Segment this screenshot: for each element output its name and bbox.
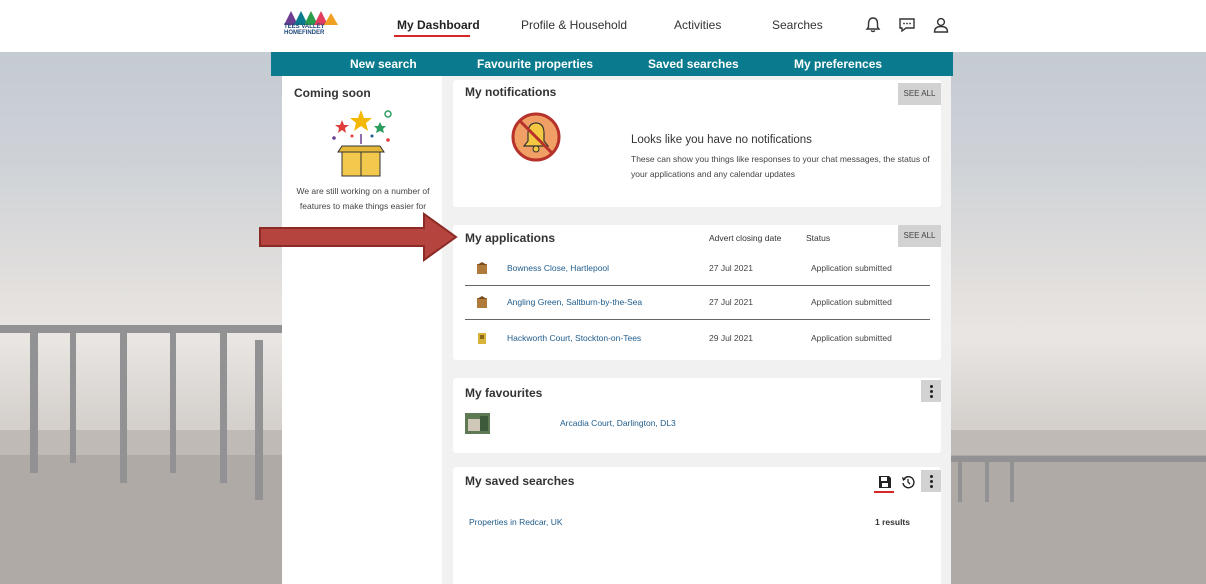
saved-searches-menu-button[interactable]	[921, 470, 941, 492]
application-address-link[interactable]: Bowness Close, Hartlepool	[507, 263, 609, 273]
saved-searches-card: My saved searches Properties in Redcar, …	[453, 467, 941, 584]
subnav-favourite-properties[interactable]: Favourite properties	[477, 57, 593, 71]
bell-icon[interactable]	[864, 16, 882, 34]
chat-icon[interactable]	[898, 16, 916, 34]
nav-searches[interactable]: Searches	[772, 18, 823, 32]
application-closing-date: 27 Jul 2021	[709, 297, 753, 307]
saved-search-results-count: 1 results	[875, 517, 910, 527]
save-icon[interactable]	[878, 475, 892, 489]
no-notifications-text: These can show you things like responses…	[631, 154, 930, 179]
favourites-card: My favourites Arcadia Court, Darlington,…	[453, 378, 941, 453]
property-thumbnail-icon	[477, 262, 487, 274]
application-address-link[interactable]: Angling Green, Saltburn-by-the-Sea	[507, 297, 642, 307]
application-status: Application submitted	[811, 333, 892, 343]
subnav-new-search[interactable]: New search	[350, 57, 417, 71]
annotation-arrow-icon	[259, 212, 458, 262]
property-photo-thumbnail[interactable]	[465, 413, 490, 434]
nav-profile-household[interactable]: Profile & Household	[521, 18, 627, 32]
notifications-see-all-button[interactable]: SEE ALL	[898, 83, 941, 105]
nav-activities[interactable]: Activities	[674, 18, 721, 32]
no-notifications-heading: Looks like you have no notifications	[631, 134, 812, 146]
applications-card: My applications Advert closing date Stat…	[453, 225, 941, 360]
nav-my-dashboard[interactable]: My Dashboard	[397, 18, 480, 32]
saved-search-link[interactable]: Properties in Redcar, UK	[469, 517, 563, 527]
logo-text: TEES VALLEY HOMEFINDER	[284, 24, 325, 36]
tees-valley-homefinder-logo[interactable]: TEES VALLEY HOMEFINDER	[284, 9, 340, 39]
notifications-title: My notifications	[465, 85, 557, 99]
column-status: Status	[806, 233, 831, 243]
application-address-link[interactable]: Hackworth Court, Stockton-on-Tees	[507, 333, 641, 343]
application-closing-date: 27 Jul 2021	[709, 263, 753, 273]
active-tab-indicator	[394, 35, 470, 37]
application-status: Application submitted	[811, 263, 892, 273]
favourites-title: My favourites	[465, 386, 543, 400]
coming-soon-text: We are still working on a number of feat…	[296, 186, 430, 211]
sub-navigation-bar: New search Favourite properties Saved se…	[271, 52, 953, 76]
no-notifications-bell-icon	[511, 112, 561, 162]
favourite-property-link[interactable]: Arcadia Court, Darlington, DL3	[560, 418, 676, 428]
history-icon[interactable]	[901, 475, 915, 489]
application-row[interactable]: Angling Green, Saltburn-by-the-Sea 27 Ju…	[465, 288, 930, 320]
column-advert-closing-date: Advert closing date	[709, 233, 782, 243]
surprise-box-icon	[332, 110, 392, 177]
applications-title: My applications	[465, 231, 556, 245]
logo-mark-icon	[284, 11, 338, 25]
application-closing-date: 29 Jul 2021	[709, 333, 753, 343]
user-icon[interactable]	[932, 16, 950, 34]
subnav-saved-searches[interactable]: Saved searches	[648, 57, 739, 71]
application-row[interactable]: Bowness Close, Hartlepool 27 Jul 2021 Ap…	[465, 254, 930, 286]
property-thumbnail-icon	[478, 333, 486, 344]
favourites-menu-button[interactable]	[921, 380, 941, 402]
coming-soon-title: Coming soon	[294, 86, 371, 100]
top-header: TEES VALLEY HOMEFINDER My Dashboard Prof…	[0, 0, 1206, 52]
property-thumbnail-icon	[477, 296, 487, 308]
save-tab-indicator	[874, 491, 894, 493]
saved-searches-title: My saved searches	[465, 474, 575, 488]
application-status: Application submitted	[811, 297, 892, 307]
application-row[interactable]: Hackworth Court, Stockton-on-Tees 29 Jul…	[465, 324, 930, 356]
applications-see-all-button[interactable]: SEE ALL	[898, 225, 941, 247]
subnav-my-preferences[interactable]: My preferences	[794, 57, 882, 71]
notifications-card: My notifications SEE ALL Looks like you …	[453, 80, 941, 207]
